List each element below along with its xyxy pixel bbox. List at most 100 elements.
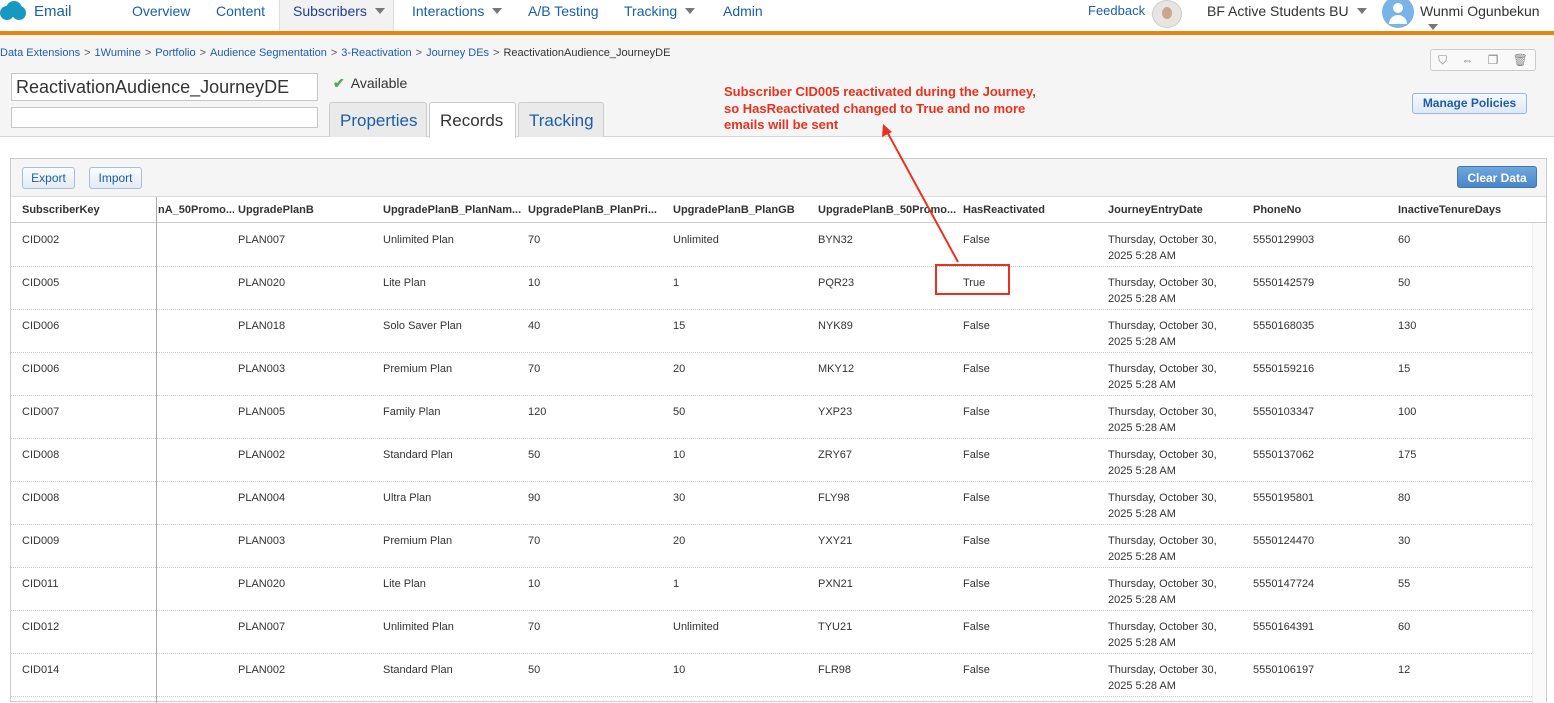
cell-phone-no: 5550106197: [1253, 664, 1315, 676]
swap-columns-icon[interactable]: ⇔: [1461, 53, 1473, 67]
cell-inactive-tenure-days: 12: [1398, 664, 1411, 676]
cell-journey-entry-date: Thursday, October 30,: [1108, 277, 1217, 289]
cell-promo-code: YXY21: [818, 535, 853, 547]
cell-upgrade-plan-b: PLAN004: [238, 492, 286, 504]
cell-plan-price: 90: [528, 492, 541, 504]
nav-admin[interactable]: Admin: [723, 0, 763, 31]
column-header[interactable]: UpgradePlanB_PlanGB: [673, 204, 813, 216]
cell-plan-gb: 50: [673, 406, 686, 418]
table-row[interactable]: CID008 PLAN002 Standard Plan 50 10 ZRY67 False…: [11, 439, 1532, 482]
cell-upgrade-plan-b: PLAN020: [238, 277, 286, 289]
breadcrumb-item[interactable]: Data Extensions: [0, 47, 80, 59]
cell-journey-entry-date: Thursday, October 30,: [1108, 449, 1217, 461]
cell-phone-no: 5550159216: [1253, 363, 1315, 375]
grid-toolbar: Export Import Clear Data: [11, 159, 1546, 197]
cell-journey-entry-time: 2025 5:28 AM: [1108, 293, 1176, 305]
cell-plan-price: 50: [528, 449, 541, 461]
table-row[interactable]: CID006 PLAN018 Solo Saver Plan 40 15 NYK89 Fal…: [11, 310, 1532, 353]
user-avatar-icon[interactable]: [1382, 0, 1414, 28]
manage-policies-button[interactable]: Manage Policies: [1412, 93, 1527, 114]
nav-subscribers-label: Subscribers: [293, 3, 367, 19]
column-header[interactable]: UpgradePlanB_PlanNam...: [383, 204, 523, 216]
column-header[interactable]: UpgradePlanB_50Promo...: [818, 204, 958, 216]
records-grid: Export Import Clear Data SubscriberKey n…: [10, 158, 1547, 703]
nav-content[interactable]: Content: [216, 0, 265, 31]
table-row[interactable]: CID008 PLAN004 Ultra Plan 90 30 FLY98 False Thu…: [11, 482, 1532, 525]
column-header[interactable]: nA_50Promo...: [158, 204, 234, 216]
export-button[interactable]: Export: [22, 167, 75, 189]
feedback-link[interactable]: Feedback: [1088, 3, 1145, 18]
breadcrumb-item[interactable]: 3-Reactivation: [341, 47, 411, 59]
cell-plan-gb: Unlimited: [673, 621, 719, 633]
trash-icon[interactable]: 🗑: [1513, 53, 1528, 67]
cell-upgrade-plan-b: PLAN007: [238, 621, 286, 633]
cell-inactive-tenure-days: 130: [1398, 320, 1417, 332]
table-row[interactable]: CID009 PLAN003 Premium Plan 70 20 YXY21 False T…: [11, 525, 1532, 568]
top-nav: Email Overview Content Subscribers Inter…: [0, 0, 1554, 31]
cell-phone-no: 5550147724: [1253, 578, 1315, 590]
import-button[interactable]: Import: [89, 167, 142, 189]
cell-journey-entry-time: 2025 5:28 AM: [1108, 379, 1176, 391]
nav-tracking[interactable]: Tracking: [624, 0, 696, 31]
column-header[interactable]: SubscriberKey: [22, 204, 152, 216]
annotation-highlight-box: [935, 264, 1010, 295]
cell-subscriber-key: CID014: [22, 664, 60, 676]
breadcrumb-item[interactable]: Portfolio: [155, 47, 195, 59]
column-header[interactable]: InactiveTenureDays: [1398, 204, 1528, 216]
nav-ab-testing[interactable]: A/B Testing: [528, 0, 599, 31]
cell-promo-code: YXP23: [818, 406, 853, 418]
nav-overview[interactable]: Overview: [132, 0, 190, 31]
tab-records[interactable]: Records: [429, 102, 516, 138]
business-unit-selector[interactable]: BF Active Students BU: [1207, 3, 1367, 19]
column-header[interactable]: UpgradePlanB_PlanPri...: [528, 204, 668, 216]
cell-plan-name: Premium Plan: [383, 363, 453, 375]
cell-plan-name: Standard Plan: [383, 664, 453, 676]
cell-journey-entry-time: 2025 5:28 AM: [1108, 551, 1176, 563]
cell-journey-entry-time: 2025 5:28 AM: [1108, 250, 1176, 262]
data-extension-description-field[interactable]: [11, 107, 318, 128]
copy-icon[interactable]: ❐: [1488, 53, 1499, 67]
table-row[interactable]: CID007 PLAN005 Family Plan 120 50 YXP23 False T…: [11, 396, 1532, 439]
cell-plan-price: 70: [528, 234, 541, 246]
column-header[interactable]: JourneyEntryDate: [1108, 204, 1248, 216]
column-header[interactable]: PhoneNo: [1253, 204, 1393, 216]
table-row[interactable]: CID014 PLAN002 Standard Plan 50 10 FLR98 False…: [11, 654, 1532, 697]
cell-upgrade-plan-b: PLAN020: [238, 578, 286, 590]
nav-subscribers[interactable]: Subscribers: [279, 0, 394, 31]
cell-inactive-tenure-days: 60: [1398, 621, 1411, 633]
app-logo[interactable]: Email: [0, 0, 72, 22]
einstein-avatar-icon[interactable]: [1152, 0, 1182, 28]
cell-plan-gb: 10: [673, 449, 686, 461]
status-text: Available: [350, 75, 408, 91]
table-row[interactable]: CID012 PLAN007 Unlimited Plan 70 Unlimited TY…: [11, 611, 1532, 654]
cell-inactive-tenure-days: 15: [1398, 363, 1411, 375]
breadcrumb-item[interactable]: Journey DEs: [426, 47, 489, 59]
cell-plan-gb: 15: [673, 320, 686, 332]
tab-tracking[interactable]: Tracking: [518, 102, 604, 137]
cell-journey-entry-date: Thursday, October 30,: [1108, 406, 1217, 418]
table-row[interactable]: CID006 PLAN003 Premium Plan 70 20 MKY12 False T…: [11, 353, 1532, 396]
breadcrumb-item[interactable]: 1Wumine: [95, 47, 141, 59]
cell-inactive-tenure-days: 55: [1398, 578, 1411, 590]
cell-plan-price: 10: [528, 578, 541, 590]
nav-interactions[interactable]: Interactions: [412, 0, 503, 31]
filter-icon[interactable]: ⛉: [1438, 53, 1447, 68]
data-extension-name-field[interactable]: ReactivationAudience_JourneyDE: [11, 73, 318, 101]
cell-journey-entry-time: 2025 5:28 AM: [1108, 422, 1176, 434]
cell-journey-entry-time: 2025 5:28 AM: [1108, 508, 1176, 520]
clear-data-button[interactable]: Clear Data: [1457, 166, 1537, 188]
cell-phone-no: 5550103347: [1253, 406, 1315, 418]
tab-properties[interactable]: Properties: [329, 102, 427, 137]
salesforce-cloud-icon: [0, 1, 26, 21]
cell-subscriber-key: CID009: [22, 535, 60, 547]
cell-promo-code: ZRY67: [818, 449, 853, 461]
breadcrumb-item[interactable]: Audience Segmentation: [210, 47, 327, 59]
vertical-scrollbar[interactable]: [1532, 223, 1546, 703]
column-header[interactable]: HasReactivated: [963, 204, 1103, 216]
table-row[interactable]: CID002 PLAN007 Unlimited Plan 70 Unlimited BY…: [11, 224, 1532, 267]
table-row[interactable]: CID011 PLAN020 Lite Plan 10 1 PXN21 False Thurs…: [11, 568, 1532, 611]
table-row[interactable]: CID005 PLAN020 Lite Plan 10 1 PQR23 True Thursd…: [11, 267, 1532, 310]
cell-upgrade-plan-b: PLAN002: [238, 449, 286, 461]
cell-plan-price: 70: [528, 535, 541, 547]
column-header[interactable]: UpgradePlanB: [238, 204, 378, 216]
